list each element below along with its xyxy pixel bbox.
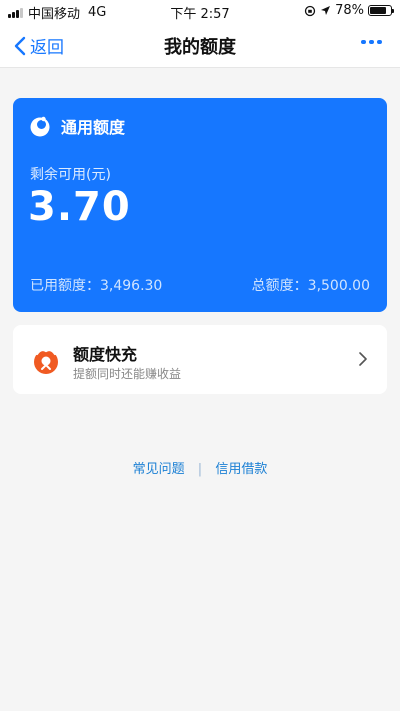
- more-dot-icon: [369, 40, 374, 44]
- boost-logo-icon: [34, 348, 58, 374]
- used-limit: 已用额度：3,496.30: [30, 278, 163, 294]
- more-options-button[interactable]: [361, 40, 382, 44]
- battery-level: [370, 7, 386, 14]
- boost-subtitle: 提额同时还能赚收益: [73, 367, 182, 381]
- card-title: 通用额度: [61, 118, 126, 137]
- battery-icon: [368, 5, 394, 16]
- chevron-right-icon: [359, 352, 367, 366]
- available-label: 剩余可用(元): [30, 167, 111, 183]
- credit-loan-link[interactable]: 信用借款: [215, 462, 267, 477]
- navigation-bar: 返回 我的额度: [0, 22, 400, 68]
- more-dot-icon: [377, 40, 382, 44]
- boost-title: 额度快充: [73, 345, 138, 364]
- available-amount: 3.70: [28, 184, 131, 230]
- quick-boost-item[interactable]: 额度快充 提额同时还能赚收益: [13, 325, 387, 394]
- page-title: 我的额度: [164, 37, 236, 58]
- location-arrow-icon: [321, 6, 331, 15]
- battery-percent: 78%: [335, 3, 364, 18]
- orientation-lock-icon: [304, 5, 316, 16]
- credit-logo-icon: [30, 116, 50, 137]
- faq-link[interactable]: 常见问题: [133, 462, 185, 477]
- credit-limit-card: 通用额度 剩余可用(元) 3.70 已用额度：3,496.30 总额度：3,50…: [13, 98, 387, 312]
- more-dot-icon: [361, 40, 366, 44]
- link-separator: |: [197, 462, 203, 477]
- status-bar: 中国移动 4G 下午 2:57 78%: [0, 0, 400, 22]
- total-limit: 总额度：3,500.00: [251, 278, 370, 294]
- footer-links: 常见问题 | 信用借款: [0, 458, 400, 477]
